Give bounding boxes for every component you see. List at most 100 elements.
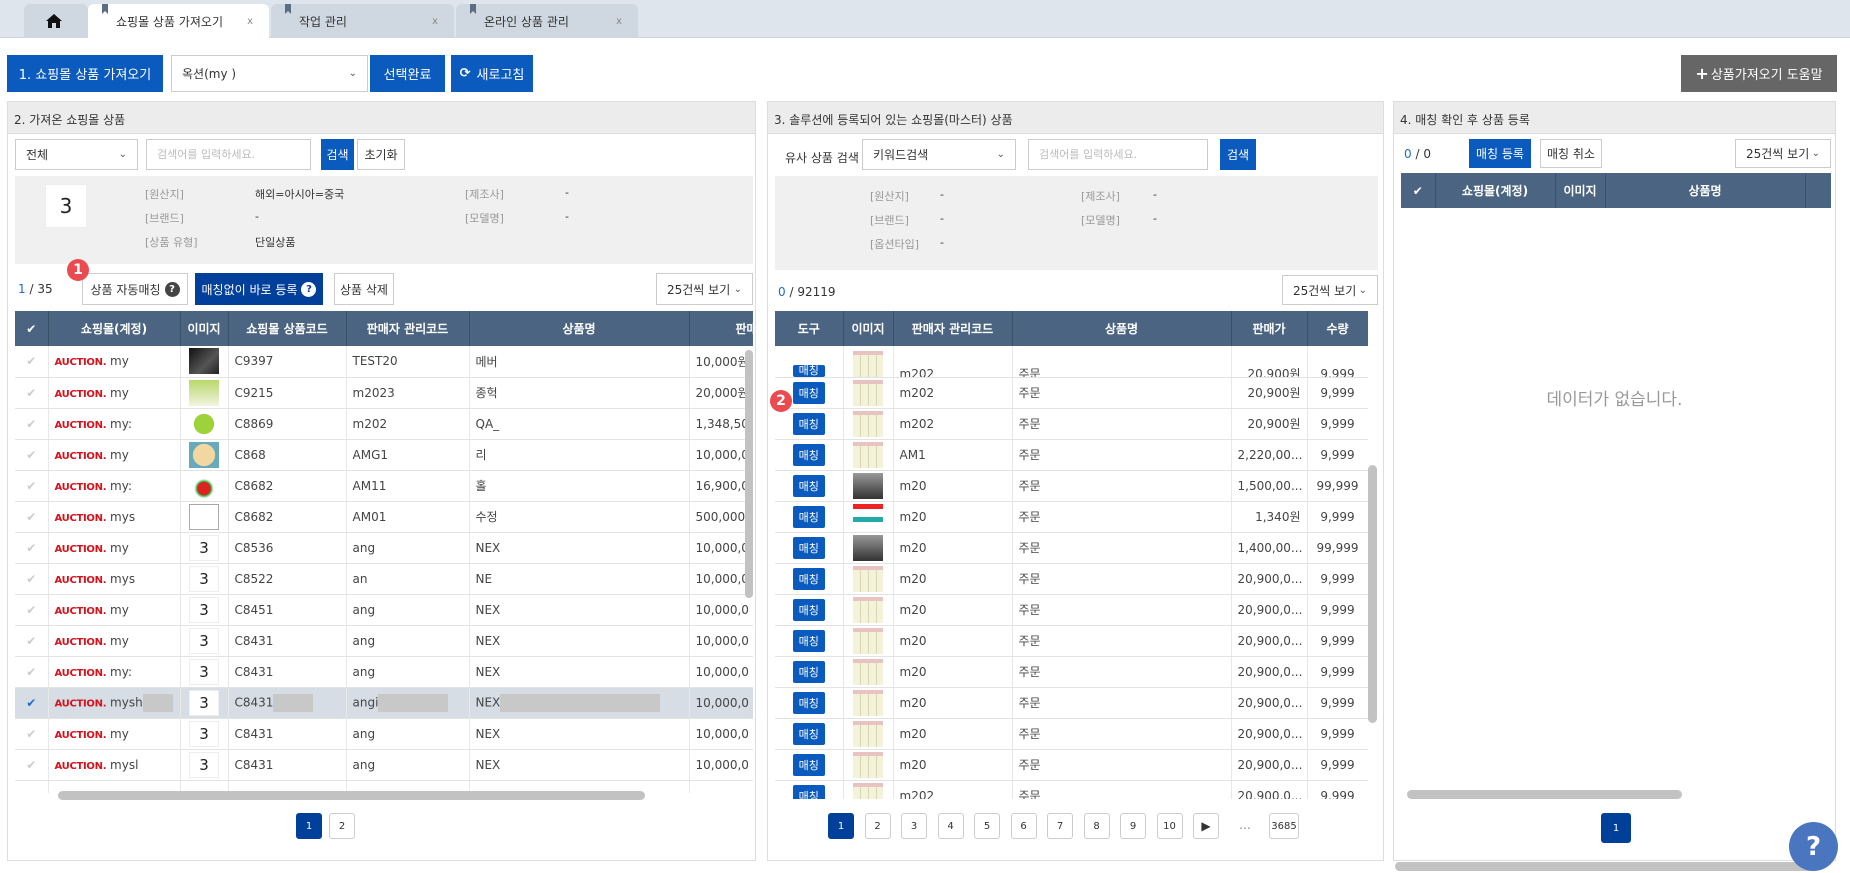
close-icon[interactable]: x bbox=[616, 16, 622, 27]
tab-online-products[interactable]: 온라인 상품 관리 x bbox=[456, 4, 638, 38]
search-input[interactable] bbox=[146, 139, 311, 170]
match-cancel-button[interactable]: 매칭 취소 bbox=[1540, 139, 1602, 168]
table-row[interactable]: ✔ AUCTION. my: 3 C8431 ang NEX 10,000,0 bbox=[15, 656, 753, 688]
table-row[interactable]: ✔ AUCTION. my 3 C8431 ang NEX 10,000,0 bbox=[15, 625, 753, 657]
row-checkbox[interactable]: ✔ bbox=[15, 594, 49, 626]
table-row[interactable]: ✔ AUCTION. my: C8682 AM11 홀 16,900,0 bbox=[15, 470, 753, 502]
page-button[interactable]: 10 bbox=[1156, 813, 1183, 839]
table-row[interactable]: 매칭 m20 주문 20,900,0... 9,999 bbox=[775, 656, 1368, 688]
table-row[interactable]: ✔ AUCTION. my 3 C8431 ang NEX 10,000,0 bbox=[15, 718, 753, 750]
page-button[interactable]: 2 bbox=[864, 813, 891, 839]
filter-select[interactable]: 전체 ⌄ bbox=[15, 139, 138, 170]
table-row[interactable]: ✔ AUCTION. mys C8682 AM01 수정 500,000 bbox=[15, 501, 753, 533]
table-row[interactable]: ✔ AUCTION. my: C8869 m202 QA_ 1,348,50 bbox=[15, 408, 753, 440]
match-button[interactable]: 매칭 bbox=[792, 629, 825, 652]
page-button[interactable]: 2 bbox=[329, 813, 355, 839]
page-size-select[interactable]: 25건씩 보기 ⌄ bbox=[656, 273, 753, 305]
page-button[interactable]: 7 bbox=[1047, 813, 1073, 839]
column-header[interactable]: 쇼핑몰 상품코드 bbox=[228, 311, 347, 346]
search-input[interactable] bbox=[1028, 139, 1208, 170]
column-header[interactable]: 판매자 관리코드 bbox=[346, 311, 470, 346]
match-button[interactable]: 매칭 bbox=[792, 443, 825, 466]
match-button[interactable]: 매칭 bbox=[792, 381, 825, 404]
refresh-button[interactable]: ⟳ 새로고침 bbox=[451, 55, 533, 92]
row-checkbox[interactable]: ✔ bbox=[15, 408, 49, 440]
page-button[interactable]: 5 bbox=[974, 813, 1000, 839]
vertical-scrollbar[interactable] bbox=[1368, 465, 1377, 723]
page-button[interactable]: 1 bbox=[828, 813, 854, 839]
table-row[interactable]: 매칭 m202 주문 20,900원 9,999 bbox=[775, 377, 1368, 409]
table-row[interactable]: 매칭 m20 주문 1,340원 9,999 bbox=[775, 501, 1368, 533]
match-button[interactable]: 매칭 bbox=[792, 412, 825, 435]
horizontal-scrollbar[interactable] bbox=[58, 791, 645, 800]
match-button[interactable]: 매칭 bbox=[792, 722, 825, 745]
row-checkbox[interactable]: ✔ bbox=[15, 532, 49, 564]
page-button[interactable]: 9 bbox=[1120, 813, 1146, 839]
table-row[interactable]: 매칭 m202 주문 20,900원 9,999 bbox=[775, 408, 1368, 440]
match-button[interactable]: 매칭 bbox=[792, 784, 825, 799]
match-button[interactable]: 매칭 bbox=[792, 598, 825, 621]
tab-job-manage[interactable]: 작업 관리 x bbox=[271, 4, 454, 38]
column-header[interactable]: 쇼핑몰(계정) bbox=[1435, 173, 1556, 208]
table-row[interactable]: 매칭 m20 주문 20,900,0... 9,999 bbox=[775, 718, 1368, 750]
column-header[interactable]: 상품명 bbox=[1605, 173, 1806, 208]
row-checkbox[interactable]: ✔ bbox=[15, 346, 49, 378]
match-button[interactable]: 매칭 bbox=[792, 536, 825, 559]
fetch-products-button[interactable]: 1. 쇼핑몰 상품 가져오기 bbox=[7, 55, 163, 92]
row-checkbox[interactable]: ✔ bbox=[15, 470, 49, 502]
criteria-select[interactable]: 키워드검색 ⌄ bbox=[862, 139, 1016, 170]
column-header[interactable]: 판매가 bbox=[689, 311, 753, 346]
table-row[interactable]: 매칭 AM1 주문 2,220,00... 9,999 bbox=[775, 439, 1368, 471]
search-button[interactable]: 검색 bbox=[321, 139, 354, 170]
column-header[interactable]: 판매자 관리코드 bbox=[893, 311, 1013, 346]
match-button[interactable]: 매칭 bbox=[792, 505, 825, 528]
horizontal-scrollbar[interactable] bbox=[1407, 790, 1682, 799]
table-row[interactable]: 매칭 m20 주문 20,900,0... 9,999 bbox=[775, 625, 1368, 657]
table-row[interactable]: ✔ AUCTION. mysh 3 C8431 angi NEX 10,000,0 bbox=[15, 687, 753, 719]
page-button[interactable]: 1 bbox=[296, 813, 322, 839]
help-fab[interactable]: ? bbox=[1789, 822, 1838, 871]
reset-button[interactable]: 초기화 bbox=[357, 139, 405, 170]
column-header[interactable]: 이미지 bbox=[1555, 173, 1606, 208]
column-header[interactable]: 상품명 bbox=[1012, 311, 1232, 346]
row-checkbox[interactable]: ✔ bbox=[15, 687, 49, 719]
page-button[interactable]: 4 bbox=[937, 813, 964, 839]
table-row[interactable]: ✔ AUCTION. my C9215 m2023 종헉 20,000원 bbox=[15, 377, 753, 409]
auto-match-button[interactable]: 상품 자동매칭? bbox=[82, 273, 188, 305]
page-button[interactable]: 3 bbox=[901, 813, 927, 839]
page-button[interactable]: 1 bbox=[1601, 813, 1631, 843]
column-header[interactable]: 판매가 bbox=[1231, 311, 1308, 346]
tab-home[interactable] bbox=[24, 4, 88, 38]
row-checkbox[interactable]: ✔ bbox=[15, 656, 49, 688]
match-button[interactable]: 매칭 bbox=[792, 660, 825, 683]
page-size-select[interactable]: 25건씩 보기 ⌄ bbox=[1282, 275, 1378, 305]
row-checkbox[interactable]: ✔ bbox=[15, 563, 49, 595]
page-button[interactable]: 6 bbox=[1010, 813, 1037, 839]
table-row[interactable]: 매칭 m20 주문 20,900,0... 9,999 bbox=[775, 594, 1368, 626]
help-button[interactable]: + 상품가져오기 도움말 bbox=[1681, 55, 1837, 92]
column-header[interactable]: 상품명 bbox=[469, 311, 690, 346]
page-size-select[interactable]: 25건씩 보기 ⌄ bbox=[1735, 139, 1831, 168]
table-row[interactable]: 매칭 m202 주문 20,900원 9,999 bbox=[775, 346, 1368, 378]
row-checkbox[interactable]: ✔ bbox=[15, 501, 49, 533]
row-checkbox[interactable]: ✔ bbox=[15, 625, 49, 657]
next-page-button[interactable]: ▶ bbox=[1193, 813, 1219, 839]
table-row[interactable]: ✔ AUCTION. mys 3 C8522 an NE 10,000,0 bbox=[15, 563, 753, 595]
column-header[interactable]: 이미지 bbox=[180, 311, 229, 346]
direct-register-button[interactable]: 매칭없이 바로 등록? bbox=[195, 273, 323, 305]
match-button[interactable]: 매칭 bbox=[792, 567, 825, 590]
column-header[interactable]: ✔ bbox=[1401, 173, 1436, 208]
table-row[interactable]: 매칭 m20 주문 20,900,0... 9,999 bbox=[775, 563, 1368, 595]
table-row[interactable]: 매칭 m202 주문 20,900,0... 9,999 bbox=[775, 780, 1368, 799]
column-header[interactable]: 쇼핑몰(계정) bbox=[48, 311, 181, 346]
column-header[interactable]: ✔ bbox=[15, 311, 49, 346]
close-icon[interactable]: x bbox=[432, 16, 438, 27]
row-checkbox[interactable]: ✔ bbox=[15, 718, 49, 750]
vertical-scrollbar[interactable] bbox=[745, 350, 753, 598]
table-row[interactable]: ✔ AUCTION. my 3 C8451 ang NEX 10,000,0 bbox=[15, 594, 753, 626]
table-row[interactable]: ✔ AUCTION. mysl 3 C8431 ang NEX 10,000,0 bbox=[15, 749, 753, 781]
column-header[interactable]: 도구 bbox=[775, 311, 844, 346]
confirm-selection-button[interactable]: 선택완료 bbox=[370, 55, 445, 92]
match-register-button[interactable]: 매칭 등록 bbox=[1469, 139, 1531, 168]
match-button[interactable]: 매칭 bbox=[792, 364, 825, 376]
